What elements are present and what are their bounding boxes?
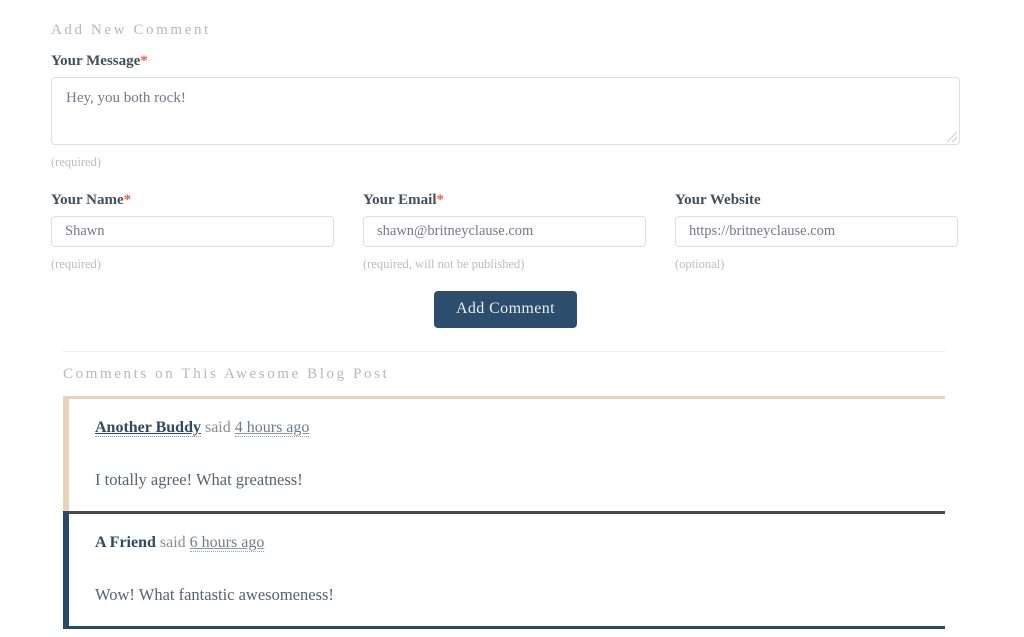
email-field-group: Your Email* shawn@britneyclause.com (req… bbox=[363, 191, 646, 272]
comments-heading: Comments on This Awesome Blog Post bbox=[63, 366, 390, 382]
comment-author: A Friend bbox=[95, 534, 156, 551]
comment-author-link[interactable]: Another Buddy bbox=[95, 419, 201, 437]
name-label: Your Name* bbox=[51, 191, 334, 209]
website-input[interactable]: https://britneyclause.com bbox=[675, 216, 958, 247]
required-asterisk: * bbox=[436, 192, 444, 208]
comment-meta: A Friend said 6 hours ago bbox=[95, 532, 945, 554]
comment-item: A Friend said 6 hours ago Wow! What fant… bbox=[63, 511, 945, 629]
comment-meta: Another Buddy said 4 hours ago bbox=[95, 417, 945, 439]
required-asterisk: * bbox=[140, 53, 148, 69]
name-input[interactable]: Shawn bbox=[51, 216, 334, 247]
email-hint: (required, will not be published) bbox=[363, 257, 525, 271]
message-label: Your Message* bbox=[51, 52, 960, 70]
page-title: Add New Comment bbox=[51, 22, 211, 38]
comment-body: I totally agree! What greatness! bbox=[95, 470, 303, 489]
website-label-text: Your Website bbox=[675, 192, 761, 208]
website-hint: (optional) bbox=[675, 257, 725, 271]
comment-timestamp-link[interactable]: 4 hours ago bbox=[234, 419, 310, 437]
message-field-group: Your Message* Hey, you both rock! (requi… bbox=[51, 52, 960, 170]
contact-fields-row: Your Name* Shawn (required) Your Email* … bbox=[51, 191, 960, 272]
add-comment-form: Add New Comment Your Message* Hey, you b… bbox=[51, 20, 960, 328]
submit-row: Add Comment bbox=[51, 291, 960, 328]
comment-page: Add New Comment Your Message* Hey, you b… bbox=[0, 0, 1024, 637]
required-asterisk: * bbox=[123, 192, 132, 208]
comment-said-label: said bbox=[159, 534, 186, 551]
name-label-text: Your Name bbox=[51, 192, 124, 208]
add-comment-button[interactable]: Add Comment bbox=[433, 291, 578, 328]
name-field-group: Your Name* Shawn (required) bbox=[51, 191, 334, 272]
email-input[interactable]: shawn@britneyclause.com bbox=[363, 216, 646, 247]
message-textarea-value: Hey, you both rock! bbox=[66, 90, 186, 106]
website-field-group: Your Website https://britneyclause.com (… bbox=[675, 191, 958, 272]
website-label: Your Website bbox=[675, 191, 958, 209]
comment-item: Another Buddy said 4 hours ago I totally… bbox=[63, 396, 945, 511]
resize-handle-icon[interactable] bbox=[947, 132, 957, 142]
message-textarea[interactable]: Hey, you both rock! bbox=[51, 77, 960, 145]
comment-body: Wow! What fantastic awesomeness! bbox=[95, 585, 334, 604]
message-hint: (required) bbox=[51, 155, 101, 169]
message-label-text: Your Message bbox=[51, 53, 141, 69]
comments-section: Comments on This Awesome Blog Post Anoth… bbox=[63, 364, 945, 629]
email-label: Your Email* bbox=[363, 191, 646, 209]
section-divider bbox=[62, 351, 945, 352]
comment-timestamp-link[interactable]: 6 hours ago bbox=[189, 534, 265, 552]
email-label-text: Your Email bbox=[363, 192, 437, 208]
name-hint: (required) bbox=[51, 257, 101, 271]
comment-said-label: said bbox=[204, 419, 231, 436]
